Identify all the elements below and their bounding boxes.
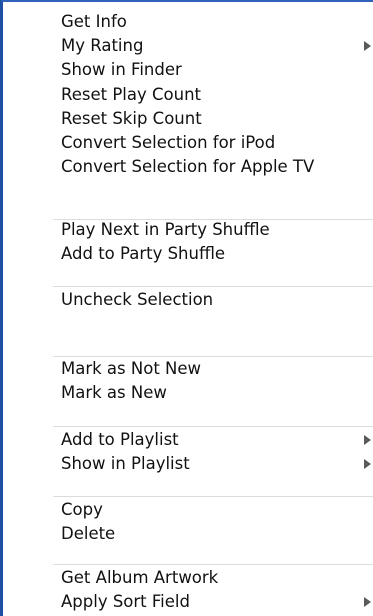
menu-item-label: Get Info	[61, 12, 127, 31]
menu-item-uncheck-selection[interactable]: Uncheck Selection	[3, 289, 373, 311]
menu-separator	[53, 356, 373, 357]
submenu-arrow-icon	[364, 435, 371, 445]
menu-separator	[53, 564, 373, 565]
menu-item-show-in-finder[interactable]: Show in Finder	[3, 59, 373, 81]
menu-item-label: Show in Finder	[61, 60, 182, 80]
menu-item-mark-as-new[interactable]: Mark as New	[3, 382, 373, 404]
menu-item-label: Copy	[61, 500, 103, 519]
menu-item-label: Apply Sort Field	[61, 592, 190, 612]
menu-item-label: Reset Play Count	[61, 84, 201, 104]
menu-item-play-next-in-party-shuffle[interactable]: Play Next in Party Shuffle	[3, 219, 373, 241]
menu-item-convert-selection-for-ipod[interactable]: Convert Selection for iPod	[3, 132, 373, 154]
menu-separator	[53, 286, 373, 287]
menu-item-label: Convert Selection for iPod	[61, 133, 276, 152]
menu-item-copy[interactable]: Copy	[3, 499, 373, 521]
menu-item-label: Play Next in Party Shuffle	[61, 220, 270, 239]
menu-item-label: Convert Selection for Apple TV	[61, 157, 315, 177]
menu-item-mark-as-not-new[interactable]: Mark as Not New	[3, 358, 373, 380]
menu-separator	[53, 496, 373, 497]
menu-item-reset-play-count[interactable]: Reset Play Count	[3, 84, 373, 106]
context-menu: Get Info My Rating Show in Finder Reset Pla…	[0, 0, 373, 616]
submenu-arrow-icon	[364, 41, 371, 52]
menu-separator	[53, 426, 373, 427]
menu-item-add-to-playlist[interactable]: Add to Playlist	[3, 429, 373, 451]
menu-item-get-info[interactable]: Get Info	[3, 11, 373, 33]
menu-item-reset-skip-count[interactable]: Reset Skip Count	[3, 108, 373, 130]
menu-item-add-to-party-shuffle[interactable]: Add to Party Shuffle	[3, 243, 373, 265]
menu-item-label: My Rating	[61, 36, 144, 56]
menu-item-label: Delete	[61, 524, 116, 544]
menu-item-label: Reset Skip Count	[61, 108, 202, 128]
menu-item-label: Add to Playlist	[61, 430, 179, 449]
menu-item-convert-selection-for-apple-tv[interactable]: Convert Selection for Apple TV	[3, 156, 373, 178]
menu-item-label: Show in Playlist	[61, 454, 190, 474]
menu-item-show-in-playlist[interactable]: Show in Playlist	[3, 453, 373, 475]
submenu-arrow-icon	[364, 597, 371, 608]
menu-item-my-rating[interactable]: My Rating	[3, 35, 373, 57]
menu-item-label: Mark as Not New	[61, 359, 202, 378]
menu-item-apply-sort-field[interactable]: Apply Sort Field	[3, 591, 373, 613]
menu-item-label: Uncheck Selection	[61, 290, 214, 309]
menu-item-label: Mark as New	[61, 383, 167, 403]
menu-item-get-album-artwork[interactable]: Get Album Artwork	[3, 567, 373, 589]
menu-separator	[53, 219, 373, 220]
menu-item-label: Add to Party Shuffle	[61, 244, 226, 264]
menu-item-label: Get Album Artwork	[61, 568, 219, 587]
submenu-arrow-icon	[364, 459, 371, 470]
menu-item-delete[interactable]: Delete	[3, 523, 373, 545]
